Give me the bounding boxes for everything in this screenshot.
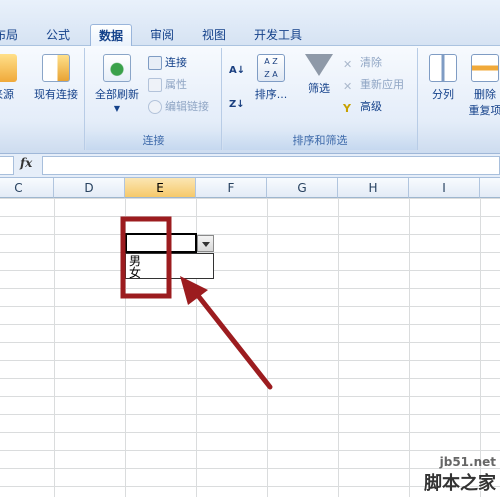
sort-descending-arrow: ↓ <box>236 99 245 110</box>
cell-grid[interactable] <box>0 198 500 497</box>
sort-descending-button[interactable]: Z↓ <box>229 96 245 114</box>
sort-button[interactable]: A ZZ A 排序... <box>251 54 291 102</box>
sort-dialog-icon: A ZZ A <box>257 54 285 82</box>
refresh-icon <box>103 54 131 82</box>
tab-view[interactable]: 视图 <box>194 24 234 46</box>
existing-connections-button[interactable]: 现有连接 <box>28 54 84 102</box>
ribbon-data: 来源 现有连接 全部刷新 ▼ 连接 属性 编辑链接 连接 A↓ Z↓ <box>0 46 500 154</box>
column-header-i[interactable]: I <box>409 178 480 198</box>
grid-line <box>267 198 268 497</box>
column-header-j-partial[interactable] <box>480 178 500 198</box>
properties-icon <box>148 78 162 92</box>
remove-duplicates-icon <box>471 54 499 82</box>
chevron-down-icon: ▼ <box>113 104 121 113</box>
validation-dropdown-button[interactable] <box>197 235 214 252</box>
watermark: jb51.net 脚本之家 <box>424 455 496 495</box>
group-external-data: 来源 现有连接 <box>0 48 85 150</box>
sort-ascending-arrow: ↓ <box>236 65 246 76</box>
existing-connections-icon <box>42 54 70 82</box>
name-box[interactable] <box>0 156 14 175</box>
reapply-icon: ✕ <box>343 80 353 93</box>
advanced-label: 高级 <box>360 100 382 113</box>
properties-label: 属性 <box>165 78 187 91</box>
remove-duplicates-label-1: 删除 <box>474 88 496 101</box>
grid-line <box>409 198 410 497</box>
clear-label: 清除 <box>360 56 382 69</box>
text-to-columns-label: 分列 <box>432 88 454 101</box>
remove-duplicates-label-2: 重复项 <box>468 104 500 117</box>
tab-formulas[interactable]: 公式 <box>38 24 78 46</box>
insert-function-icon[interactable]: fx <box>20 156 32 170</box>
advanced-button[interactable]: Y 高级 <box>343 98 382 116</box>
ribbon-tab-bar: 布局 公式 数据 审阅 视图 开发工具 <box>0 0 500 46</box>
column-header-f[interactable]: F <box>196 178 267 198</box>
group-label-connections: 连接 <box>86 132 221 150</box>
clear-button[interactable]: ✕ 清除 <box>343 54 382 72</box>
text-to-columns-button[interactable]: 分列 <box>423 54 463 102</box>
link-icon <box>148 100 162 114</box>
group-connections: 全部刷新 ▼ 连接 属性 编辑链接 连接 <box>86 48 222 150</box>
sort-label: 排序... <box>254 88 288 101</box>
sort-ascending-button[interactable]: A↓ <box>229 62 245 80</box>
validation-dropdown-list: 男 女 <box>125 253 214 279</box>
reapply-label: 重新应用 <box>360 78 404 91</box>
column-header-c[interactable]: C <box>0 178 54 198</box>
column-header-e[interactable]: E <box>125 178 196 198</box>
edit-links-button[interactable]: 编辑链接 <box>148 98 209 116</box>
tab-review[interactable]: 审阅 <box>142 24 182 46</box>
sort-ascending-icon: A <box>229 65 237 76</box>
watermark-site-name: 脚本之家 <box>424 473 496 494</box>
group-data-tools: 分列 删除 重复项 <box>419 48 500 150</box>
advanced-filter-icon: Y <box>343 102 351 115</box>
connections-icon <box>148 56 162 70</box>
column-header-h[interactable]: H <box>338 178 409 198</box>
dropdown-option-female[interactable]: 女 <box>129 267 141 279</box>
reapply-button[interactable]: ✕ 重新应用 <box>343 76 404 94</box>
tab-layout[interactable]: 布局 <box>0 24 26 46</box>
connections-label: 连接 <box>165 56 187 69</box>
from-source-label: 来源 <box>0 88 14 101</box>
funnel-icon <box>305 54 333 76</box>
column-header-d[interactable]: D <box>54 178 125 198</box>
filter-button[interactable]: 筛选 <box>301 54 337 96</box>
watermark-url: jb51.net <box>439 455 496 469</box>
tab-developer[interactable]: 开发工具 <box>246 24 310 46</box>
refresh-all-button[interactable]: 全部刷新 ▼ <box>90 54 144 113</box>
column-header-g[interactable]: G <box>267 178 338 198</box>
active-cell-e[interactable] <box>125 233 197 253</box>
connections-button[interactable]: 连接 <box>148 54 187 72</box>
group-label-sort-filter: 排序和筛选 <box>223 132 417 150</box>
group-sort-filter: A↓ Z↓ A ZZ A 排序... 筛选 ✕ 清除 ✕ 重新应用 Y 高级 排序和筛… <box>223 48 418 150</box>
clear-filter-icon: ✕ <box>343 58 353 71</box>
refresh-all-label: 全部刷新 <box>95 88 139 101</box>
database-icon <box>0 54 17 82</box>
remove-duplicates-button[interactable]: 删除 重复项 <box>465 54 500 118</box>
text-to-columns-icon <box>429 54 457 82</box>
grid-line <box>480 198 481 497</box>
existing-connections-label: 现有连接 <box>34 88 78 101</box>
from-source-button[interactable]: 来源 <box>0 54 20 102</box>
formula-input[interactable] <box>42 156 500 175</box>
grid-line <box>54 198 55 497</box>
formula-bar: fx <box>0 154 500 178</box>
tab-data[interactable]: 数据 <box>90 24 133 46</box>
properties-button[interactable]: 属性 <box>148 76 187 94</box>
filter-label: 筛选 <box>308 82 330 95</box>
edit-links-label: 编辑链接 <box>165 100 209 113</box>
grid-line <box>338 198 339 497</box>
